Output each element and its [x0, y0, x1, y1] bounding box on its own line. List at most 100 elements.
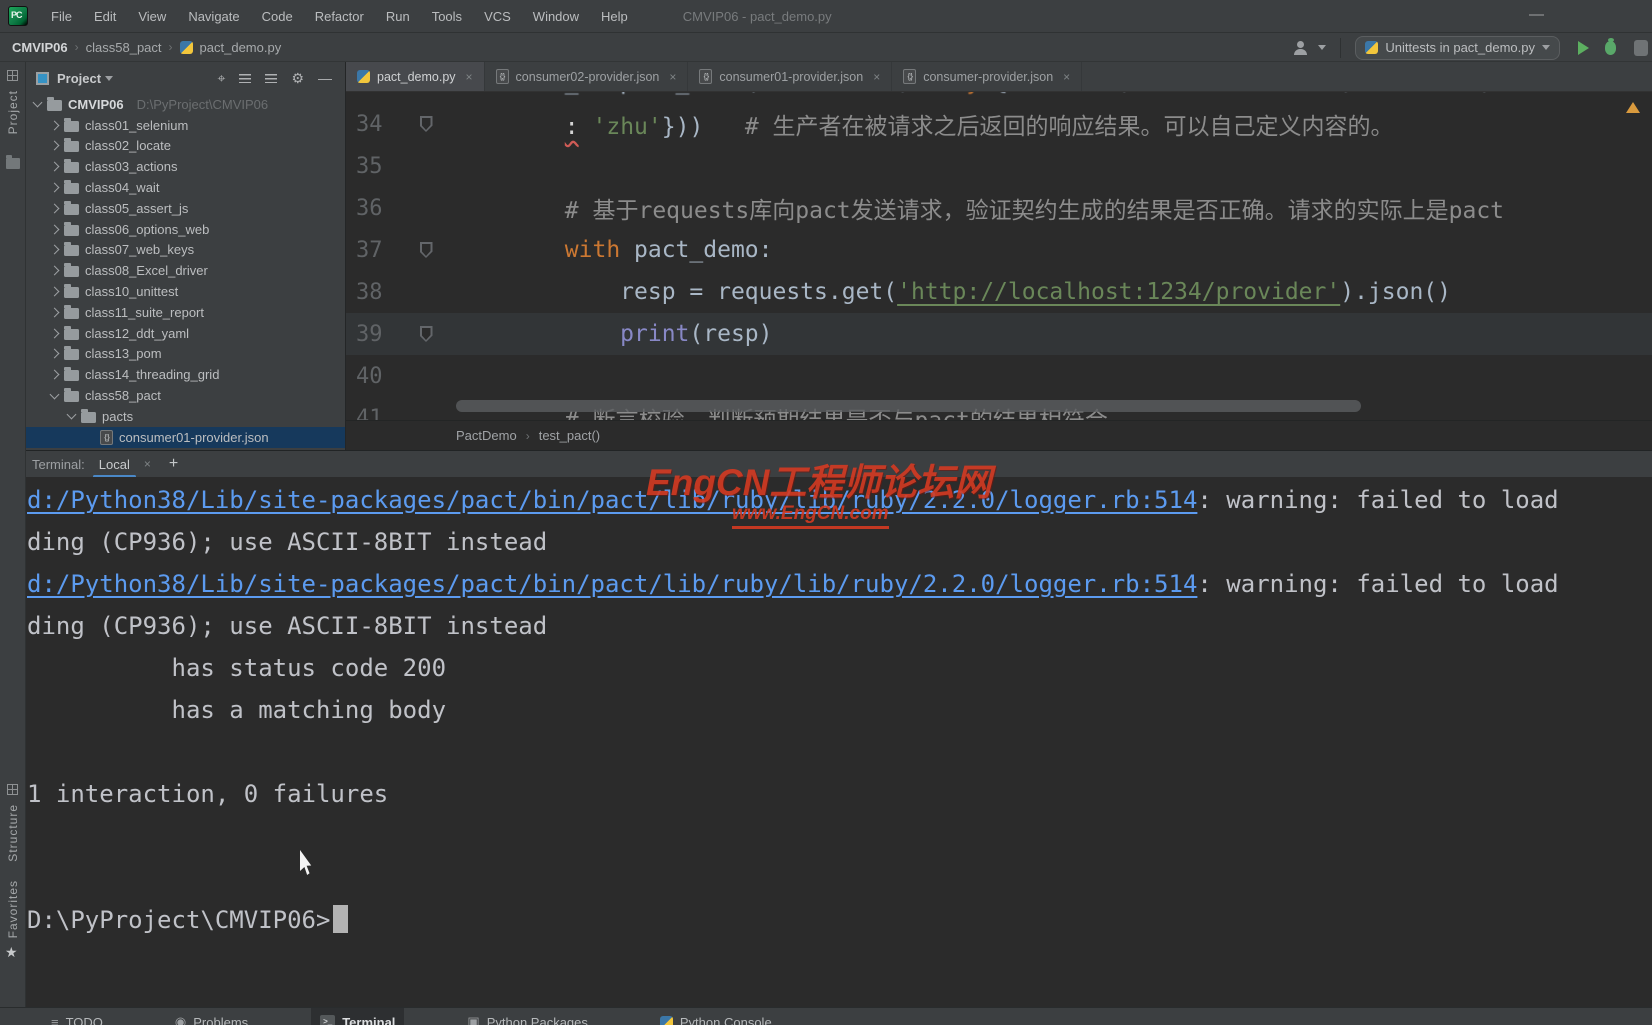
- menu-navigate[interactable]: Navigate: [177, 9, 250, 24]
- terminal-text: has status code 200: [27, 654, 446, 682]
- menu-run[interactable]: Run: [375, 9, 421, 24]
- fold-marker-icon[interactable]: [420, 326, 433, 342]
- expand-all-icon[interactable]: [239, 74, 251, 83]
- editor-tab-consumer-provider.json[interactable]: consumer-provider.json×: [892, 62, 1082, 91]
- close-icon[interactable]: ×: [873, 70, 880, 84]
- terminal-output[interactable]: d:/Python38/Lib/site-packages/pact/bin/p…: [26, 477, 1652, 1007]
- chevron-collapsed-icon[interactable]: [50, 370, 60, 380]
- chevron-collapsed-icon[interactable]: [50, 141, 60, 151]
- breadcrumb-item[interactable]: CMVIP06: [12, 40, 68, 55]
- horizontal-scrollbar[interactable]: [456, 400, 1361, 412]
- menu-code[interactable]: Code: [251, 9, 304, 24]
- locate-icon[interactable]: ⌖: [218, 71, 226, 85]
- pycharm-logo-icon[interactable]: [8, 6, 28, 26]
- menu-refactor[interactable]: Refactor: [304, 9, 375, 24]
- statusbar-item-terminal[interactable]: Terminal: [311, 1008, 404, 1025]
- close-icon[interactable]: ×: [466, 70, 473, 84]
- dropdown-arrow-icon[interactable]: [1318, 45, 1326, 50]
- minimize-button[interactable]: —: [1529, 0, 1544, 30]
- tree-item-class11_suite_report[interactable]: class11_suite_report: [26, 302, 345, 323]
- editor-tab-pact_demo.py[interactable]: pact_demo.py×: [346, 62, 485, 91]
- code-editor[interactable]: will_respond_with(status=200, body={'s1'…: [346, 92, 1652, 420]
- tree-item-class03_actions[interactable]: class03_actions: [26, 156, 345, 177]
- chevron-collapsed-icon[interactable]: [50, 328, 60, 338]
- menu-vcs[interactable]: VCS: [473, 9, 522, 24]
- tree-item-class04_wait[interactable]: class04_wait: [26, 177, 345, 198]
- project-tool-icon[interactable]: [7, 70, 18, 81]
- hide-icon[interactable]: —: [318, 71, 332, 85]
- run-configuration-select[interactable]: Unittests in pact_demo.py: [1355, 36, 1560, 60]
- breadcrumb-item[interactable]: test_pact(): [539, 428, 600, 443]
- chevron-collapsed-icon[interactable]: [50, 120, 60, 130]
- new-terminal-button[interactable]: +: [169, 455, 178, 473]
- stripe-label-favorites[interactable]: Favorites: [6, 880, 20, 938]
- line-number: 41: [346, 406, 398, 421]
- tree-item-class06_options_web[interactable]: class06_options_web: [26, 219, 345, 240]
- terminal-tab-local[interactable]: Local: [93, 451, 136, 478]
- collapse-all-icon[interactable]: [265, 74, 277, 83]
- editor-tab-consumer02-provider.json[interactable]: consumer02-provider.json×: [485, 62, 689, 91]
- tree-item-class12_ddt_yaml[interactable]: class12_ddt_yaml: [26, 323, 345, 344]
- statusbar-item-problems[interactable]: ◉Problems: [166, 1008, 257, 1025]
- close-icon[interactable]: ×: [144, 457, 151, 471]
- statusbar-item-python-packages[interactable]: ▣Python Packages: [458, 1008, 596, 1025]
- tree-item-class13_pom[interactable]: class13_pom: [26, 344, 345, 365]
- editor-tab-consumer01-provider.json[interactable]: consumer01-provider.json×: [688, 62, 892, 91]
- chevron-collapsed-icon[interactable]: [50, 287, 60, 297]
- chevron-collapsed-icon[interactable]: [50, 266, 60, 276]
- terminal-link[interactable]: d:/Python38/Lib/site-packages/pact/bin/p…: [27, 486, 1197, 514]
- fold-marker-icon[interactable]: [420, 116, 433, 132]
- chevron-expanded-icon[interactable]: [33, 98, 43, 108]
- user-icon[interactable]: [1293, 41, 1308, 55]
- settings-gear-icon[interactable]: ⚙: [291, 71, 304, 85]
- tree-item-class58_pact[interactable]: class58_pact: [26, 385, 345, 406]
- inspection-warning-icon[interactable]: [1626, 102, 1640, 113]
- terminal-link[interactable]: d:/Python38/Lib/site-packages/pact/bin/p…: [27, 570, 1197, 598]
- chevron-expanded-icon[interactable]: [67, 410, 77, 420]
- run-button[interactable]: [1578, 41, 1589, 55]
- menu-edit[interactable]: Edit: [83, 9, 127, 24]
- close-icon[interactable]: ×: [669, 70, 676, 84]
- chevron-down-icon[interactable]: [105, 76, 113, 81]
- breadcrumb-item[interactable]: class58_pact: [86, 40, 162, 55]
- tree-item-consumer01-provider.json[interactable]: consumer01-provider.json: [26, 427, 345, 448]
- tree-item-class05_assert_js[interactable]: class05_assert_js: [26, 198, 345, 219]
- fold-marker-icon[interactable]: [420, 242, 433, 258]
- tree-item-CMVIP06[interactable]: CMVIP06D:\PyProject\CMVIP06: [26, 94, 345, 115]
- tree-item-class01_selenium[interactable]: class01_selenium: [26, 115, 345, 136]
- chevron-collapsed-icon[interactable]: [50, 162, 60, 172]
- statusbar-item-todo[interactable]: ≡TODO: [42, 1008, 112, 1025]
- menu-window[interactable]: Window: [522, 9, 590, 24]
- tree-item-class10_unittest[interactable]: class10_unittest: [26, 281, 345, 302]
- terminal-text: : warning: failed to load: [1197, 570, 1558, 598]
- tree-item-class08_Excel_driver[interactable]: class08_Excel_driver: [26, 260, 345, 281]
- chevron-collapsed-icon[interactable]: [50, 183, 60, 193]
- chevron-expanded-icon[interactable]: [50, 389, 60, 399]
- chevron-collapsed-icon[interactable]: [50, 349, 60, 359]
- folder-icon: [64, 308, 79, 319]
- stripe-label-structure[interactable]: Structure: [6, 804, 20, 862]
- coverage-button[interactable]: [1634, 40, 1648, 56]
- statusbar-item-python-console[interactable]: Python Console: [651, 1008, 781, 1025]
- menu-help[interactable]: Help: [590, 9, 639, 24]
- chevron-collapsed-icon[interactable]: [50, 203, 60, 213]
- menu-tools[interactable]: Tools: [421, 9, 473, 24]
- chevron-collapsed-icon[interactable]: [50, 307, 60, 317]
- chevron-collapsed-icon[interactable]: [50, 224, 60, 234]
- line-number: 38: [346, 280, 398, 305]
- breadcrumb-item[interactable]: PactDemo: [456, 428, 517, 443]
- tree-item-class14_threading_grid[interactable]: class14_threading_grid: [26, 364, 345, 385]
- tree-item-class02_locate[interactable]: class02_locate: [26, 136, 345, 157]
- close-icon[interactable]: ×: [1063, 70, 1070, 84]
- chevron-collapsed-icon[interactable]: [50, 245, 60, 255]
- debug-button[interactable]: [1605, 41, 1616, 55]
- menu-file[interactable]: File: [40, 9, 83, 24]
- star-icon[interactable]: ★: [5, 944, 18, 961]
- menu-view[interactable]: View: [127, 9, 177, 24]
- tree-item-class07_web_keys[interactable]: class07_web_keys: [26, 240, 345, 261]
- breadcrumb-item[interactable]: pact_demo.py: [200, 40, 282, 55]
- folder-icon: [64, 183, 79, 194]
- tree-item-pacts[interactable]: pacts: [26, 406, 345, 427]
- stripe-label-project[interactable]: Project: [6, 90, 20, 134]
- structure-icon[interactable]: [7, 784, 18, 795]
